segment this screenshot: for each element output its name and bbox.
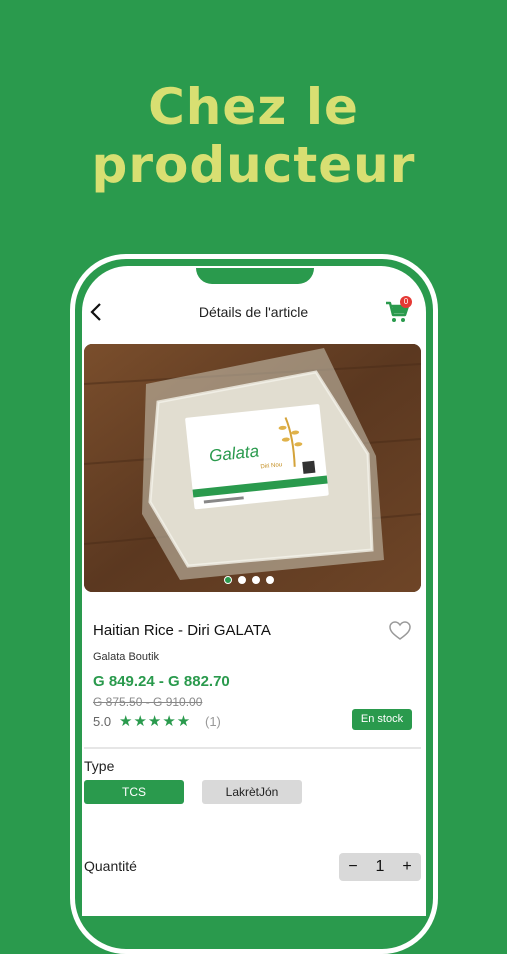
carousel-dot[interactable]	[266, 576, 274, 584]
headline-line-1: Chez le	[148, 78, 359, 136]
rating-count: (1)	[205, 714, 221, 729]
carousel-dot[interactable]	[224, 576, 232, 584]
old-price-range: G 875.50 - G 910.00	[93, 695, 203, 709]
quantity-label: Quantité	[84, 858, 137, 874]
rating-value: 5.0	[93, 714, 112, 729]
type-option-lakretjon[interactable]: LakrètJón	[202, 780, 302, 804]
rating-stars: ★★★★★	[119, 713, 192, 730]
stock-badge: En stock	[352, 709, 412, 730]
decrement-button[interactable]: −	[339, 853, 367, 881]
seller-name[interactable]: Galata Boutik	[93, 651, 159, 663]
page-title: Détails de l'article	[198, 304, 309, 320]
favorite-heart-icon[interactable]	[389, 621, 411, 641]
product-image[interactable]: Galata Diri Nou	[84, 344, 421, 592]
promo-headline: Chez le producteur	[0, 78, 507, 194]
quantity-value: 1	[375, 858, 385, 875]
section-divider	[84, 747, 421, 749]
price-range: G 849.24 - G 882.70	[93, 673, 230, 690]
cart-badge: 0	[400, 296, 412, 308]
carousel-dots	[224, 571, 280, 584]
quantity-stepper: − 1 +	[339, 853, 421, 881]
type-label: Type	[84, 758, 115, 774]
headline-line-2: producteur	[91, 136, 416, 194]
increment-button[interactable]: +	[393, 853, 421, 881]
carousel-dot[interactable]	[252, 576, 260, 584]
phone-notch	[196, 268, 314, 284]
product-title: Haitian Rice - Diri GALATA	[93, 622, 271, 639]
type-option-tcs[interactable]: TCS	[84, 780, 184, 804]
carousel-dot[interactable]	[238, 576, 246, 584]
